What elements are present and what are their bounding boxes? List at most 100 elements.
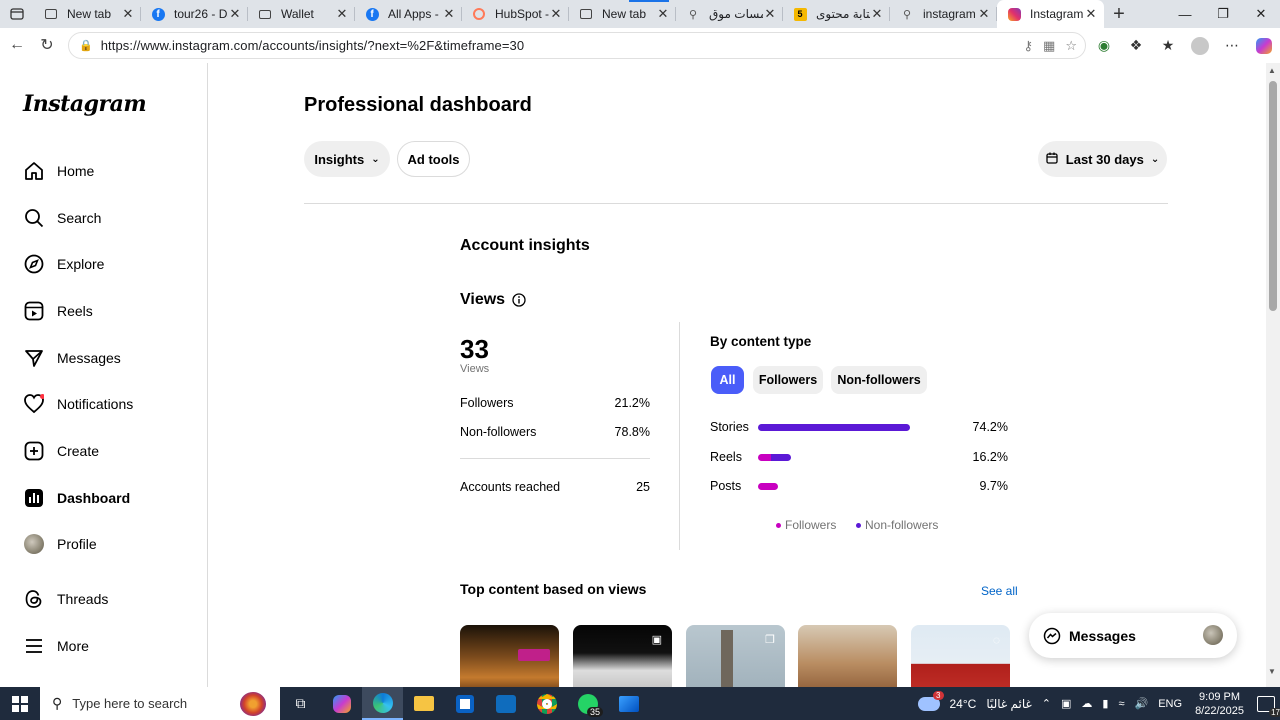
close-tab-icon[interactable]: ✕ xyxy=(335,6,349,22)
edge-app-icon[interactable] xyxy=(362,687,403,720)
close-tab-icon[interactable]: ✕ xyxy=(121,6,135,22)
maximize-button[interactable]: ❐ xyxy=(1204,0,1242,28)
url-field[interactable]: 🔒 https://www.instagram.com/accounts/ins… xyxy=(68,32,1086,59)
browser-tab[interactable]: HubSpot - A✕ xyxy=(462,0,569,28)
browser-tab[interactable]: New tab ✕ xyxy=(569,0,676,28)
info-icon[interactable] xyxy=(512,293,526,307)
new-tab-button[interactable]: + xyxy=(1104,0,1134,28)
language-indicator[interactable]: ENG xyxy=(1158,698,1182,710)
timeframe-dropdown[interactable]: Last 30 days ⌄ xyxy=(1038,141,1167,177)
content-thumbnail[interactable]: ❐ xyxy=(686,625,785,687)
clock[interactable]: 9:09 PM 8/22/2025 xyxy=(1195,690,1244,718)
close-tab-icon[interactable]: ✕ xyxy=(549,6,563,22)
camera-icon[interactable]: ▣ xyxy=(1061,697,1071,710)
volume-icon[interactable]: 🔊 xyxy=(1135,697,1149,710)
chevron-up-icon[interactable]: ⌃ xyxy=(1042,697,1051,710)
sidebar-item-home[interactable]: Home xyxy=(24,159,94,183)
photos-icon[interactable] xyxy=(608,687,649,720)
close-tab-icon[interactable]: ✕ xyxy=(1084,6,1098,22)
favorites-icon[interactable]: ★ xyxy=(1152,37,1184,54)
see-all-link[interactable]: See all xyxy=(981,584,1018,598)
weather-icon[interactable]: 3 xyxy=(917,690,944,711)
start-button[interactable] xyxy=(0,687,40,720)
segment-non-followers[interactable]: Non-followers xyxy=(831,366,927,394)
taskbar-search[interactable]: ⚲ Type here to search xyxy=(40,687,280,720)
battery-icon[interactable]: ▮ xyxy=(1102,697,1108,710)
onedrive-icon[interactable]: ☁ xyxy=(1081,697,1092,710)
copilot-app-icon[interactable] xyxy=(321,687,362,720)
content-thumbnail[interactable] xyxy=(460,625,559,687)
copilot-icon[interactable] xyxy=(1248,37,1280,54)
outlook-icon[interactable] xyxy=(485,687,526,720)
file-explorer-icon[interactable] xyxy=(403,687,444,720)
sidebar-item-create[interactable]: Create xyxy=(24,439,99,463)
close-tab-icon[interactable]: ✕ xyxy=(977,6,991,22)
site-info-icon[interactable]: 🔒 xyxy=(79,39,93,52)
extensions-icon[interactable]: ❖ xyxy=(1120,37,1152,54)
store-icon[interactable] xyxy=(444,687,485,720)
sidebar-item-search[interactable]: Search xyxy=(24,206,101,230)
messages-widget-label: Messages xyxy=(1069,627,1136,644)
close-tab-icon[interactable]: ✕ xyxy=(656,6,670,22)
messenger-icon xyxy=(1043,627,1061,645)
instagram-logo[interactable]: Instagram xyxy=(23,91,147,117)
notification-center-icon[interactable]: 17 xyxy=(1257,695,1280,717)
browser-tab-label: instagram - xyxy=(923,7,977,21)
more-options-icon[interactable]: ⋯ xyxy=(1216,37,1248,54)
weather-condition[interactable]: غائم غالبًا xyxy=(986,697,1031,711)
content-thumbnail[interactable]: ▣ xyxy=(573,625,672,687)
segment-all[interactable]: All xyxy=(711,366,744,394)
content-type-row: Reels 16.2% xyxy=(710,450,1008,466)
browser-tab[interactable]: Instagram ✕ xyxy=(997,0,1104,28)
sidebar-item-profile[interactable]: Profile xyxy=(24,532,97,556)
sidebar-item-explore[interactable]: Explore xyxy=(24,252,104,276)
close-tab-icon[interactable]: ✕ xyxy=(228,6,242,22)
minimize-button[interactable]: — xyxy=(1166,0,1204,28)
weather-temperature[interactable]: 24°C xyxy=(950,697,977,711)
sidebar-item-messages[interactable]: Messages xyxy=(24,346,121,370)
sidebar-item-dashboard[interactable]: Dashboard xyxy=(24,486,130,510)
close-tab-icon[interactable]: ✕ xyxy=(870,6,884,22)
close-tab-icon[interactable]: ✕ xyxy=(763,6,777,22)
page-scrollbar[interactable]: ▲ ▼ xyxy=(1266,63,1280,687)
scrollbar-thumb[interactable] xyxy=(1269,81,1277,311)
scroll-down-arrow[interactable]: ▼ xyxy=(1268,667,1276,676)
wifi-icon[interactable]: ≈ xyxy=(1118,698,1124,710)
messages-widget[interactable]: Messages xyxy=(1029,613,1237,658)
browser-tab[interactable]: New tab ✕ xyxy=(34,0,141,28)
segment-followers[interactable]: Followers xyxy=(753,366,823,394)
ad-tools-button[interactable]: Ad tools xyxy=(397,141,470,177)
insights-dropdown[interactable]: Insights ⌄ xyxy=(304,141,390,177)
browser-tab[interactable]: ⚲ خمسات موق✕ xyxy=(676,0,783,28)
close-tab-icon[interactable]: ✕ xyxy=(442,6,456,22)
chrome-icon[interactable] xyxy=(526,687,567,720)
sidebar-item-threads[interactable]: Threads xyxy=(24,587,108,611)
tab-actions-menu-icon[interactable] xyxy=(0,0,34,28)
app-available-icon[interactable]: ▦ xyxy=(1043,38,1055,54)
browser-tab[interactable]: f tour26 - Das✕ xyxy=(141,0,248,28)
sidebar-item-notifications[interactable]: Notifications xyxy=(24,392,133,416)
windows-taskbar: ⚲ Type here to search ⧉ 35 3 24°C غائم غ… xyxy=(0,687,1280,720)
key-icon[interactable]: ⚷ xyxy=(1024,38,1034,54)
refresh-button[interactable]: ↻ xyxy=(32,30,62,60)
favorite-star-icon[interactable]: ☆ xyxy=(1065,38,1077,54)
task-view-icon[interactable]: ⧉ xyxy=(280,687,321,720)
content-thumbnail[interactable]: ◌ xyxy=(911,625,1010,687)
whatsapp-icon[interactable]: 35 xyxy=(567,687,608,720)
browser-tab[interactable]: Wallet ✕ xyxy=(248,0,355,28)
close-window-button[interactable]: ✕ xyxy=(1242,0,1280,28)
browser-tab[interactable]: f All Apps - M✕ xyxy=(355,0,462,28)
sidebar-item-more[interactable]: More xyxy=(24,634,89,658)
back-button[interactable]: ← xyxy=(2,30,32,60)
browser-tab[interactable]: 5 كتابة محتوى ✕ xyxy=(783,0,890,28)
heart-icon xyxy=(24,394,44,414)
profile-avatar-icon[interactable] xyxy=(1184,36,1216,55)
content-thumbnail[interactable] xyxy=(798,625,897,687)
browser-tab[interactable]: ⚲ instagram -✕ xyxy=(890,0,997,28)
legend-followers: Followers xyxy=(776,518,836,532)
followers-bar-segment xyxy=(758,483,778,490)
extension-shield-icon[interactable]: ◉ xyxy=(1088,37,1120,54)
sidebar-item-reels[interactable]: Reels xyxy=(24,299,93,323)
scroll-up-arrow[interactable]: ▲ xyxy=(1268,66,1276,75)
clock-time: 9:09 PM xyxy=(1199,690,1241,703)
